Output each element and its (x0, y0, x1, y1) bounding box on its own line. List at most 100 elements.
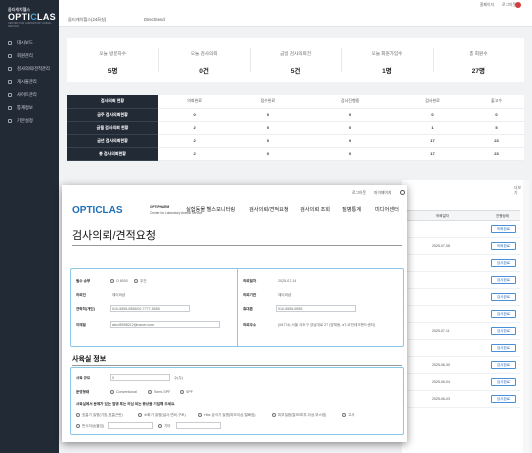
field-label: 의뢰일자 (243, 279, 257, 283)
breadcrumb-directsend[interactable]: DirectSend (144, 17, 165, 22)
users-icon (8, 53, 12, 58)
table-row: 금주 검사의뢰현황 00000 (67, 108, 524, 122)
list-item[interactable]: 검사완료 (406, 340, 520, 357)
list-item[interactable]: 의뢰완료 (406, 221, 520, 238)
list-item[interactable]: 2025-06-03 검사완료 (406, 391, 520, 408)
table-row: 금년 검사의뢰현황 2 0 0 17 23 (67, 134, 524, 148)
date-value[interactable]: 2025-07-14 (278, 279, 296, 283)
mobile-value: 010-5555-5555 (278, 307, 303, 311)
nav-request-lookup[interactable]: 검사의뢰 조회 (300, 206, 330, 213)
other-input[interactable] (108, 422, 153, 429)
homepage-link[interactable]: 홈페이지 (480, 3, 494, 8)
checkbox-option[interactable]: 피부질환(탈모/피부,이상,부스럼) (272, 413, 326, 418)
radio-option[interactable]: Semi-SPF (148, 390, 170, 395)
sidebar-item-posts[interactable]: 게시물관리 (0, 75, 59, 88)
settings-icon (8, 92, 12, 97)
list-item[interactable]: 2025-06-30 검사완료 (406, 357, 520, 374)
scale-input[interactable] (110, 374, 170, 381)
sidebar-item-requests[interactable]: 검사의뢰/견적관리 (0, 62, 59, 75)
checkbox-option[interactable]: 번식이상(불임) (76, 424, 104, 429)
status-badge: 검사완료 (491, 395, 516, 403)
table-corner: 검사의뢰 현황 (67, 95, 158, 109)
field-label: 의뢰인 (76, 293, 86, 297)
radio-option[interactable]: 무관 (134, 279, 147, 284)
field-label: 의뢰주소 (243, 323, 257, 327)
checkbox-icon (138, 413, 142, 418)
field-label: 사육실에서 문제가 있는 질병 또는 의심 되는 증상을 기입해 주세요. (76, 402, 176, 406)
radio-option[interactable]: SPF (180, 390, 193, 395)
radio-option[interactable]: Conventional (110, 390, 137, 395)
status-badge: 검사완료 (491, 378, 516, 386)
radio-icon (110, 390, 114, 395)
stat-members: 총 회원수 27명 (432, 38, 524, 82)
checkbox-option[interactable]: 소화기 질병(설사,변비,구토) (138, 413, 186, 418)
checkbox-option[interactable]: 기타 (158, 424, 171, 429)
table-header: 검사진행중 (304, 95, 396, 109)
status-badge: 검사완료 (491, 259, 516, 267)
checkbox-icon (76, 413, 80, 418)
radio-icon (134, 279, 138, 284)
radio-icon (110, 279, 114, 284)
list-item[interactable]: 검사완료 (406, 272, 520, 289)
request-form-window: 로그아웃 마이페이지 OPTICLAS OPTIPHARM Center for… (62, 185, 407, 442)
stat-visitors: 오늘 방문자수 5명 (99, 51, 127, 75)
email-value: abc45998212@naver.com (112, 323, 155, 327)
sidebar-item-members[interactable]: 회원관리 (0, 49, 59, 62)
field-label: 사육 규모 (76, 376, 91, 380)
sidebar-item-label: 회원관리 (17, 52, 33, 58)
status-badge: 의뢰완료 (491, 225, 516, 233)
nav-health-monitoring[interactable]: 실험동물 헬스모니터링 (186, 206, 235, 213)
site-logo[interactable]: OPTICLAS (72, 205, 123, 216)
other-text-input[interactable] (176, 422, 221, 429)
stats-panel: 오늘 방문자수 5명 오늘 검사의뢰 0건 금일 검사의뢰건 5건 오늘 회원가입수 1… (67, 38, 524, 82)
dashboard-icon (8, 40, 12, 45)
list-item[interactable]: 2025-07-11 검사완료 (406, 323, 520, 340)
list-item[interactable]: 검사완료 (406, 306, 520, 323)
sidebar-item-stats[interactable]: 통계정보 (0, 101, 59, 114)
list-item[interactable]: 2025-06-04 검사완료 (406, 374, 520, 391)
nav-disease-stats[interactable]: 질병통계 (342, 206, 361, 213)
breadcrumb-org[interactable]: 옵티캐치헬스(24화실) (68, 17, 106, 23)
divider (237, 269, 238, 346)
nav-request-quote[interactable]: 검사의뢰/견적요청 (249, 206, 289, 213)
phone-value: 010-5555-5555/02-7777-5555 (112, 307, 160, 311)
checkbox-option[interactable]: 고사 (342, 413, 355, 418)
requester-field: 제이비샵 (112, 293, 126, 297)
org-value: 제이비샵 (278, 293, 292, 297)
divider (72, 245, 402, 246)
sidebar-item-dashboard[interactable]: 대시보드 (0, 36, 59, 49)
sidebar-nav: 대시보드 회원관리 검사의뢰/견적관리 게시물관리 사이트관리 통계정보 기본설… (0, 36, 59, 127)
sidebar-item-label: 대시보드 (17, 39, 33, 45)
status-badge: 검사완료 (491, 293, 516, 301)
radio-option[interactable]: O 8000 (110, 279, 128, 284)
field-label: 휴대폰 (243, 307, 253, 311)
checkbox-option[interactable]: Hbs 궁극기 질병(피모이상,털빠짐) (198, 413, 255, 418)
address-value: (06774) 서울 서초구 강남대로 27 (양재동, aT-코인테크랜드센터… (278, 323, 376, 327)
search-icon[interactable] (400, 190, 405, 195)
nav-media-center[interactable]: 미디어센터 (375, 206, 399, 213)
mypage-link[interactable]: 마이페이지 (374, 191, 391, 196)
scale-value: 0 (112, 376, 114, 380)
field-label: 연락처(개인) (76, 307, 95, 311)
sidebar-item-config[interactable]: 기본설정 (0, 114, 59, 127)
radio-icon (148, 390, 152, 395)
page-title: 검사의뢰/견적요청 (72, 230, 157, 242)
document-icon (8, 79, 12, 84)
sidebar-item-label: 사이트관리 (17, 91, 37, 97)
list-item[interactable]: 2025-07-08 의뢰완료 (406, 238, 520, 255)
logo[interactable]: OPTICLAS (8, 12, 56, 22)
scrollbar[interactable] (523, 180, 529, 453)
status-badge: 의뢰완료 (491, 242, 516, 250)
recent-requests-panel: 더보기 의뢰일자 진행상태 의뢰완료 2025-07-08 의뢰완료 검사완료 검… (402, 180, 524, 453)
logo-subtitle: OPTIPHARM (150, 205, 170, 209)
list-item[interactable]: 검사완료 (406, 255, 520, 272)
logo-tagline: CENTER FOR LABORATORY ANIMAL SERVICE (8, 22, 52, 28)
list-item[interactable]: 검사완료 (406, 289, 520, 306)
sidebar: 옵티캐치헬스 OPTICLAS CENTER FOR LABORATORY AN… (0, 0, 59, 453)
sidebar-item-site[interactable]: 사이트관리 (0, 88, 59, 101)
logout-link[interactable]: 로그아웃 (502, 3, 516, 8)
logout-link[interactable]: 로그아웃 (352, 191, 366, 196)
checkbox-option[interactable]: 호흡기 질병(기침,호흡곤란) (76, 413, 123, 418)
checkbox-icon (76, 424, 80, 429)
table-row: 총 검사의뢰현황 2 0 0 17 23 (67, 147, 524, 161)
